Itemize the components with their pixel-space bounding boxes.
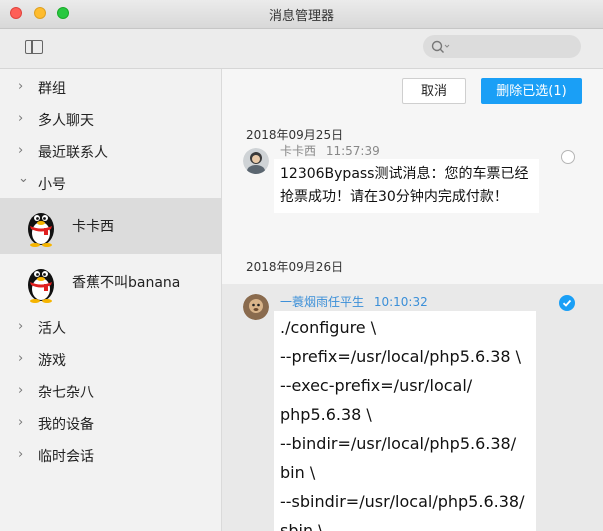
sidebar-group-games[interactable]: › 游戏 <box>0 344 221 374</box>
message-line: 12306Bypass测试消息：您的车票已经 <box>280 166 529 182</box>
search-input[interactable] <box>455 37 579 58</box>
group-label: 临时会话 <box>38 449 94 465</box>
chevron-right-icon: › <box>18 143 24 158</box>
message-time: 10:10:32 <box>373 295 428 309</box>
chevron-right-icon: › <box>18 447 24 462</box>
message-select-checkbox[interactable] <box>561 150 575 164</box>
chevron-right-icon: › <box>18 415 24 430</box>
message-line: php5.6.38 \ <box>280 405 372 424</box>
sidebar-group-temp-session[interactable]: › 临时会话 <box>0 440 221 470</box>
search-box[interactable] <box>423 35 581 58</box>
chevron-right-icon: › <box>18 319 24 334</box>
sidebar-group-alt-account[interactable]: ⌄ 小号 <box>0 168 221 198</box>
sender-name: 一蓑烟雨任平生 <box>280 295 365 309</box>
sidebar-group-misc[interactable]: › 杂七杂八 <box>0 376 221 406</box>
group-label: 多人聊天 <box>38 113 94 129</box>
sidebar-group-my-devices[interactable]: › 我的设备 <box>0 408 221 438</box>
toolbar <box>0 29 603 69</box>
message-line: 抢票成功！请在30分钟内完成付款！ <box>280 189 508 205</box>
message-line: --prefix=/usr/local/php5.6.38 \ <box>280 347 522 366</box>
message-bubble: ./configure \ --prefix=/usr/local/php5.6… <box>274 311 536 531</box>
avatar <box>243 148 269 174</box>
group-label: 我的设备 <box>38 417 94 433</box>
qq-penguin-avatar-icon <box>28 269 54 303</box>
message-line: bin \ <box>280 463 316 482</box>
message-bubble: 12306Bypass测试消息：您的车票已经 抢票成功！请在30分钟内完成付款！ <box>274 159 539 213</box>
chevron-right-icon: › <box>18 79 24 94</box>
sidebar: › 群组 › 多人聊天 › 最近联系人 ⌄ 小号 卡卡西 香蕉不叫banana … <box>0 69 222 531</box>
message-select-checkbox-checked[interactable] <box>559 295 575 311</box>
qq-penguin-avatar-icon <box>28 213 54 247</box>
message-item-selected[interactable]: 一蓑烟雨任平生 10:10:32 ./configure \ --prefix=… <box>222 284 603 531</box>
group-label: 杂七杂八 <box>38 385 94 401</box>
message-line: --bindir=/usr/local/php5.6.38/ <box>280 434 517 453</box>
avatar <box>243 294 269 320</box>
title-bar: 消息管理器 <box>0 0 603 29</box>
message-time: 11:57:39 <box>325 144 380 158</box>
group-label: 活人 <box>38 321 66 337</box>
search-icon <box>431 40 450 53</box>
contact-name: 卡卡西 <box>72 219 114 235</box>
group-label: 最近联系人 <box>38 145 108 161</box>
sidebar-toggle-icon[interactable] <box>25 40 43 54</box>
cancel-button[interactable]: 取消 <box>402 78 466 104</box>
date-separator: 2018年09月26日 <box>246 260 344 274</box>
sidebar-group-groups[interactable]: › 群组 <box>0 72 221 102</box>
message-line: --sbindir=/usr/local/php5.6.38/ <box>280 492 525 511</box>
sidebar-group-living[interactable]: › 活人 <box>0 312 221 342</box>
chevron-right-icon: › <box>18 351 24 366</box>
sender-name: 卡卡西 <box>280 144 317 158</box>
delete-selected-button[interactable]: 删除已选(1) <box>481 78 582 104</box>
chevron-down-icon: ⌄ <box>18 171 29 186</box>
group-label: 群组 <box>38 81 66 97</box>
contact-item-kakashi[interactable]: 卡卡西 <box>0 198 221 254</box>
contact-item-banana[interactable]: 香蕉不叫banana <box>0 254 221 310</box>
group-label: 游戏 <box>38 353 66 369</box>
chevron-right-icon: › <box>18 383 24 398</box>
checkmark-icon <box>562 299 572 307</box>
message-line: --exec-prefix=/usr/local/ <box>280 376 473 395</box>
sidebar-group-multi-chat[interactable]: › 多人聊天 <box>0 104 221 134</box>
window-title: 消息管理器 <box>268 9 334 24</box>
message-sender: 一蓑烟雨任平生 10:10:32 <box>280 293 428 310</box>
message-sender: 卡卡西 11:57:39 <box>280 142 380 159</box>
chevron-right-icon: › <box>18 111 24 126</box>
sidebar-group-recent[interactable]: › 最近联系人 <box>0 136 221 166</box>
message-panel: 取消 删除已选(1) 2018年09月25日 卡卡西 11:57:39 1230… <box>222 69 603 531</box>
group-label: 小号 <box>38 177 66 193</box>
message-line: sbin \ <box>280 521 324 531</box>
contact-name: 香蕉不叫banana <box>72 275 181 291</box>
date-separator: 2018年09月25日 <box>246 128 344 142</box>
message-item[interactable]: 卡卡西 11:57:39 12306Bypass测试消息：您的车票已经 抢票成功… <box>222 142 603 215</box>
message-line: ./configure \ <box>280 318 377 337</box>
